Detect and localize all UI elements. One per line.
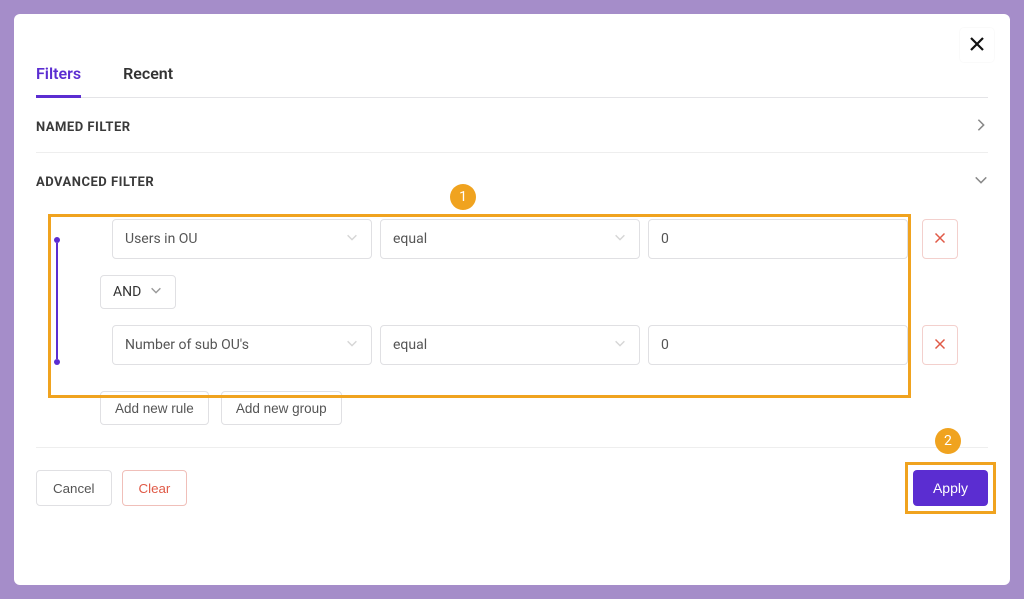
footer-left: Cancel Clear <box>36 470 187 506</box>
chevron-down-icon <box>345 230 359 248</box>
connector-dot-bottom <box>54 359 60 365</box>
chevron-down-icon <box>974 173 988 191</box>
logic-connector: AND <box>112 271 988 313</box>
rule-row: Users in OU equal 0 <box>112 207 988 271</box>
close-icon <box>969 36 985 55</box>
logic-op-value: AND <box>113 284 141 300</box>
chevron-down-icon <box>613 336 627 354</box>
add-rule-button[interactable]: Add new rule <box>100 391 209 425</box>
close-icon <box>934 232 946 247</box>
tab-filters[interactable]: Filters <box>36 58 81 98</box>
close-button[interactable] <box>960 28 994 62</box>
rule-op-select[interactable]: equal <box>380 325 640 365</box>
add-rule-row: Add new rule Add new group <box>36 377 988 433</box>
connector-line <box>56 243 58 359</box>
rule-op-value: equal <box>393 231 427 247</box>
add-group-button[interactable]: Add new group <box>221 391 342 425</box>
named-filter-title: NAMED FILTER <box>36 120 131 135</box>
advanced-filter-section[interactable]: ADVANCED FILTER <box>36 153 988 207</box>
chevron-down-icon <box>345 336 359 354</box>
rule-delete-button[interactable] <box>922 219 958 259</box>
close-icon <box>934 338 946 353</box>
advanced-filter-title: ADVANCED FILTER <box>36 175 154 190</box>
rule-value: 0 <box>661 231 669 247</box>
filter-modal: Filters Recent NAMED FILTER ADVANCED FIL… <box>14 14 1010 585</box>
rule-delete-button[interactable] <box>922 325 958 365</box>
rule-op-select[interactable]: equal <box>380 219 640 259</box>
rule-row: Number of sub OU's equal 0 <box>112 313 988 377</box>
chevron-right-icon <box>974 118 988 136</box>
cancel-button[interactable]: Cancel <box>36 470 112 506</box>
rule-field-value: Users in OU <box>125 231 198 247</box>
logic-op-select[interactable]: AND <box>100 275 176 309</box>
chevron-down-icon <box>149 283 163 301</box>
rule-value-input[interactable]: 0 <box>648 325 908 365</box>
filter-body: Users in OU equal 0 <box>36 207 988 377</box>
annotation-badge-2: 2 <box>935 428 961 454</box>
rule-field-select[interactable]: Number of sub OU's <box>112 325 372 365</box>
tabs: Filters Recent <box>36 58 988 98</box>
chevron-down-icon <box>613 230 627 248</box>
tab-recent[interactable]: Recent <box>123 58 173 98</box>
apply-button[interactable]: Apply <box>913 470 988 506</box>
rule-value-input[interactable]: 0 <box>648 219 908 259</box>
footer-right: 2 Apply <box>913 470 988 506</box>
modal-footer: Cancel Clear 2 Apply <box>36 447 988 506</box>
annotation-badge-1: 1 <box>450 184 476 210</box>
rule-field-select[interactable]: Users in OU <box>112 219 372 259</box>
clear-button[interactable]: Clear <box>122 470 188 506</box>
rule-op-value: equal <box>393 337 427 353</box>
rule-field-value: Number of sub OU's <box>125 337 249 353</box>
named-filter-section[interactable]: NAMED FILTER <box>36 98 988 153</box>
rule-value: 0 <box>661 337 669 353</box>
